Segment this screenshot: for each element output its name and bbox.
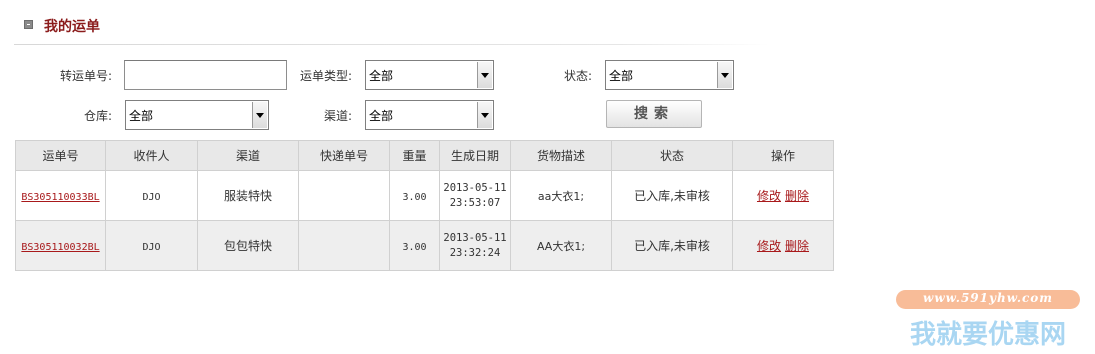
chevron-down-icon[interactable] (252, 102, 267, 128)
watermark-brand: 我就要优惠网 (909, 320, 1066, 350)
collapse-icon[interactable] (24, 20, 33, 29)
column-header: 运单号 (15, 140, 106, 171)
warehouse-select[interactable]: 全部 (125, 100, 269, 130)
header-divider (14, 44, 770, 45)
order-number-link[interactable]: BS305110033BL (21, 192, 99, 203)
time-cell: 23:53:07 (449, 196, 501, 209)
channel-label: 渠道: (323, 109, 352, 123)
status-value: 全部 (609, 69, 634, 83)
status-cell: 已入库,未审核 (634, 239, 710, 253)
status-select[interactable]: 全部 (605, 60, 734, 90)
channel-value: 全部 (369, 109, 394, 123)
order-number-link[interactable]: BS305110032BL (21, 242, 99, 253)
date-cell: 2013-05-11 (443, 231, 507, 244)
search-button[interactable]: 搜索 (606, 100, 702, 128)
chevron-down-icon[interactable] (717, 62, 732, 88)
warehouse-label: 仓库: (83, 109, 112, 123)
watermark: www.591yhw.com 我就要优惠网 (896, 290, 1080, 350)
order-type-select[interactable]: 全部 (365, 60, 494, 90)
column-header: 状态 (611, 140, 733, 171)
edit-link[interactable]: 修改 (757, 239, 781, 253)
channel-cell: 包包特快 (223, 239, 272, 253)
column-header: 操作 (732, 140, 834, 171)
weight-cell: 3.00 (402, 241, 427, 253)
status-cell: 已入库,未审核 (634, 189, 710, 203)
time-cell: 23:32:24 (449, 246, 501, 259)
chevron-down-icon[interactable] (477, 62, 492, 88)
recipient-cell: DJO (142, 241, 161, 253)
table-header-row: 运单号 收件人 渠道 快递单号 重量 生成日期 货物描述 状态 操作 (15, 140, 834, 171)
page-title: 我的运单 (44, 19, 100, 35)
watermark-url: www.591yhw.com (922, 291, 1053, 305)
recipient-cell: DJO (142, 191, 161, 203)
column-header: 货物描述 (510, 140, 612, 171)
edit-link[interactable]: 修改 (757, 189, 781, 203)
weight-cell: 3.00 (402, 191, 427, 203)
date-cell: 2013-05-11 (443, 181, 507, 194)
warehouse-value: 全部 (129, 109, 154, 123)
column-header: 渠道 (197, 140, 299, 171)
waybill-table: 运单号 收件人 渠道 快递单号 重量 生成日期 货物描述 状态 操作 BS305… (15, 140, 834, 271)
tracking-number-input[interactable] (124, 60, 287, 90)
delete-link[interactable]: 删除 (785, 239, 809, 253)
delete-link[interactable]: 删除 (785, 189, 809, 203)
order-type-label: 运单类型: (299, 69, 352, 83)
tracking-number-label: 转运单号: (59, 69, 112, 83)
channel-select[interactable]: 全部 (365, 100, 494, 130)
description-cell: AA大衣1; (536, 239, 586, 253)
table-row: BS305110032BL DJO 包包特快 3.00 2013-05-11 2… (15, 220, 834, 271)
order-type-value: 全部 (369, 69, 394, 83)
table-row: BS305110033BL DJO 服装特快 3.00 2013-05-11 2… (15, 170, 834, 221)
column-header: 生成日期 (439, 140, 511, 171)
channel-cell: 服装特快 (223, 189, 272, 203)
description-cell: aa大衣1; (537, 189, 585, 203)
column-header: 快递单号 (298, 140, 390, 171)
status-label: 状态: (563, 69, 592, 83)
chevron-down-icon[interactable] (477, 102, 492, 128)
column-header: 收件人 (105, 140, 198, 171)
column-header: 重量 (389, 140, 440, 171)
